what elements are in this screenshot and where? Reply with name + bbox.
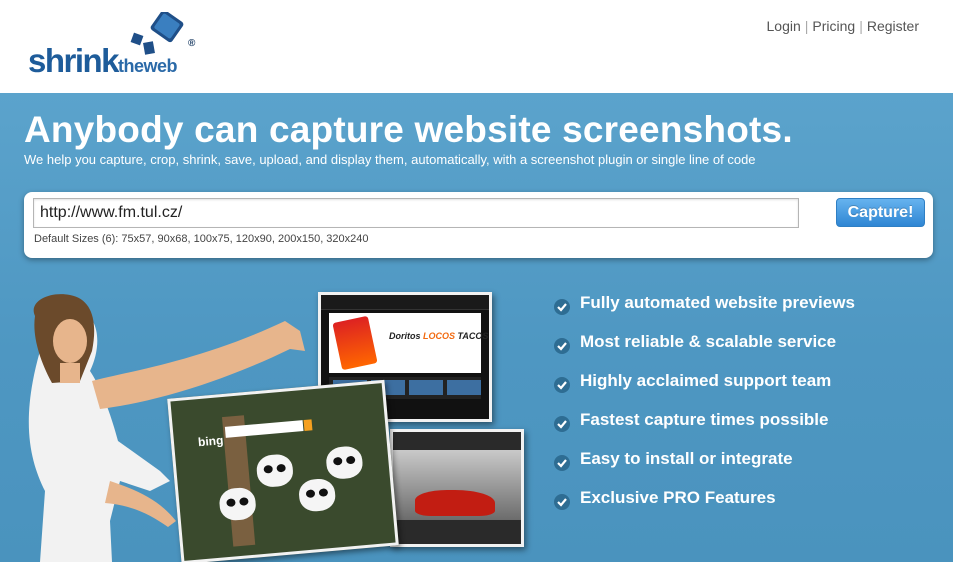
hero-section: Anybody can capture website screenshots.… bbox=[0, 93, 953, 562]
default-sizes-text: Default Sizes (6): 75x57, 90x68, 100x75,… bbox=[34, 233, 369, 245]
top-nav: Login | Pricing | Register bbox=[767, 18, 919, 34]
banner-word-doritos: Doritos bbox=[389, 331, 421, 341]
logo-word-shrink: shrink bbox=[28, 42, 120, 79]
login-link[interactable]: Login bbox=[767, 18, 801, 34]
checkmark-icon bbox=[554, 299, 570, 315]
checkmark-icon bbox=[554, 455, 570, 471]
panda-image bbox=[297, 477, 337, 513]
feature-label: Fully automated website previews bbox=[580, 293, 855, 312]
car-image bbox=[393, 450, 521, 520]
checkmark-icon bbox=[554, 494, 570, 510]
sports-car-screenshot bbox=[390, 429, 524, 547]
bing-pandas-screenshot: bing bbox=[167, 379, 399, 562]
feature-label: Fastest capture times possible bbox=[580, 410, 829, 429]
checkmark-icon bbox=[554, 377, 570, 393]
feature-label: Highly acclaimed support team bbox=[580, 371, 832, 390]
site-header: shrinktheweb ® Login | Pricing | Register bbox=[0, 0, 953, 93]
logo-word-web: web bbox=[143, 56, 178, 76]
screenshot-banner: Doritos LOCOS TACOS bbox=[329, 313, 488, 373]
register-link[interactable]: Register bbox=[867, 18, 919, 34]
checkmark-icon bbox=[554, 416, 570, 432]
panda-image bbox=[325, 445, 364, 481]
capture-form: Default Sizes (6): 75x57, 90x68, 100x75,… bbox=[24, 192, 933, 258]
nav-separator: | bbox=[859, 18, 863, 34]
capture-button[interactable]: Capture! bbox=[836, 198, 925, 227]
pricing-link[interactable]: Pricing bbox=[812, 18, 855, 34]
url-input[interactable] bbox=[33, 198, 799, 228]
registered-mark: ® bbox=[188, 38, 196, 49]
hero-subline: We help you capture, crop, shrink, save,… bbox=[24, 152, 756, 167]
checkmark-icon bbox=[554, 338, 570, 354]
panda-image bbox=[255, 453, 295, 489]
banner-word-locos: LOCOS bbox=[423, 331, 456, 341]
bing-logo-text: bing bbox=[197, 433, 224, 450]
shrinktheweb-logo[interactable]: shrinktheweb ® bbox=[28, 12, 208, 82]
chip-bag-image bbox=[332, 315, 378, 371]
screenshot-banner-text: Doritos LOCOS TACOS bbox=[389, 331, 488, 341]
screenshot-nav-bar bbox=[321, 295, 489, 310]
feature-label: Exclusive PRO Features bbox=[580, 488, 776, 507]
feature-label: Most reliable & scalable service bbox=[580, 332, 837, 351]
hero-headline: Anybody can capture website screenshots. bbox=[24, 109, 793, 150]
red-car-shape bbox=[415, 490, 495, 516]
nav-separator: | bbox=[804, 18, 809, 34]
logo-word-the: the bbox=[118, 56, 144, 76]
feature-label: Easy to install or integrate bbox=[580, 449, 793, 468]
banner-word-tacos: TACOS bbox=[457, 331, 489, 341]
